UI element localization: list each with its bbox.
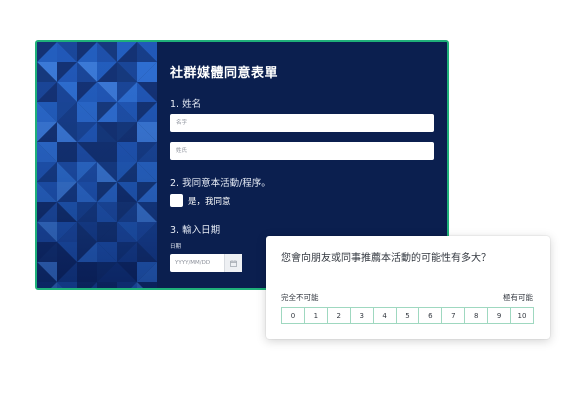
nps-option-1[interactable]: 1: [304, 308, 328, 323]
nps-option-3[interactable]: 3: [350, 308, 374, 323]
question-date-label: 3. 輸入日期: [170, 225, 221, 236]
question-name-label: 1. 姓名: [170, 99, 202, 110]
form-title: 社群媒體同意表單: [170, 66, 279, 81]
nps-option-2[interactable]: 2: [327, 308, 351, 323]
first-name-input[interactable]: 名字: [170, 114, 434, 132]
consent-option[interactable]: 是，我同意: [170, 194, 231, 207]
date-placeholder: YYYY/MM/DD: [175, 260, 211, 266]
triangle-pattern-image: [37, 42, 157, 288]
last-name-input[interactable]: 姓氏: [170, 142, 434, 160]
date-input[interactable]: YYYY/MM/DD: [170, 254, 242, 272]
nps-option-0[interactable]: 0: [282, 308, 305, 323]
nps-scale: 0 1 2 3 4 5 6 7 8 9 10: [281, 307, 534, 324]
date-caption: 日期: [170, 244, 182, 250]
nps-option-4[interactable]: 4: [373, 308, 397, 323]
nps-option-10[interactable]: 10: [511, 308, 533, 323]
nps-question-text: 您會向朋友或同事推薦本活動的可能性有多大？: [281, 253, 491, 264]
calendar-icon[interactable]: [224, 254, 242, 272]
nps-option-7[interactable]: 7: [442, 308, 466, 323]
nps-option-6[interactable]: 6: [419, 308, 443, 323]
nps-high-label: 極有可能: [503, 293, 533, 302]
nps-option-9[interactable]: 9: [488, 308, 512, 323]
nps-option-5[interactable]: 5: [396, 308, 420, 323]
consent-checkbox[interactable]: [170, 194, 183, 207]
nps-low-label: 完全不可能: [281, 293, 319, 302]
decorative-pattern: [37, 42, 157, 288]
nps-question-card: 您會向朋友或同事推薦本活動的可能性有多大？ 完全不可能 極有可能 0 1 2 3…: [266, 236, 550, 339]
stage: 社群媒體同意表單 1. 姓名 名字 姓氏 2. 我同意本活動/程序。 是，我同意…: [0, 0, 563, 400]
consent-option-label: 是，我同意: [188, 196, 231, 207]
nps-option-8[interactable]: 8: [465, 308, 489, 323]
question-consent-label: 2. 我同意本活動/程序。: [170, 178, 271, 189]
